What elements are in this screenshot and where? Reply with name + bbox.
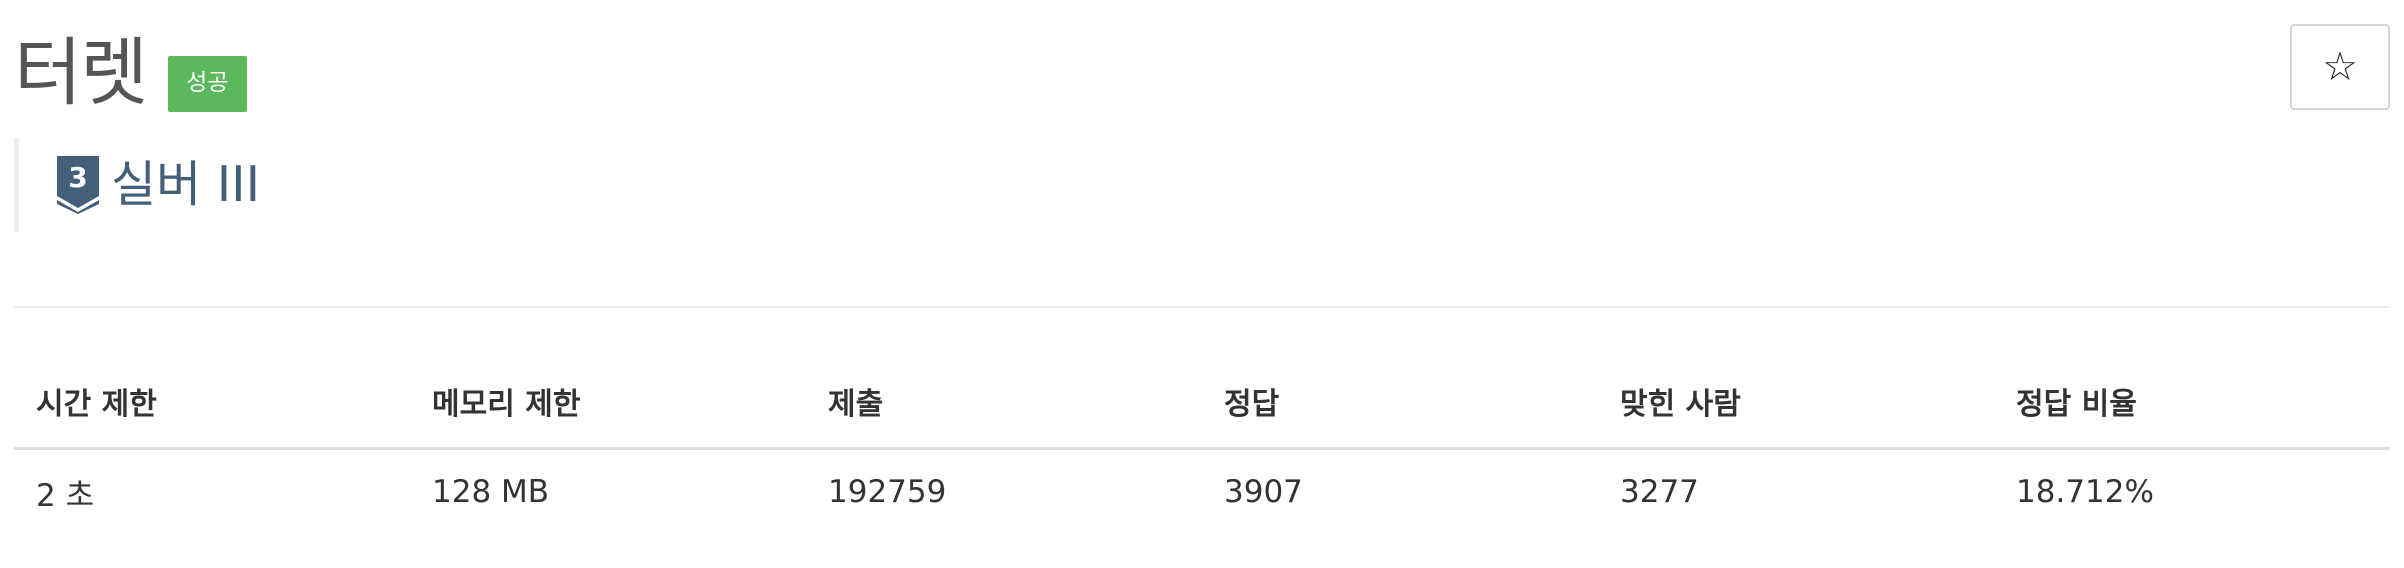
tier-block: 3 실버 III — [14, 138, 914, 232]
value-accept-rate: 18.712% — [2016, 474, 2154, 510]
header-time-limit: 시간 제한 — [14, 360, 410, 450]
divider — [14, 306, 2390, 308]
header-memory-limit: 메모리 제한 — [410, 360, 806, 450]
header-solvers: 맞힌 사람 — [1598, 360, 1994, 450]
silver-tier-icon: 3 — [57, 156, 99, 214]
problem-page: 터렛 성공 ☆ 3 실버 III 시간 제한 메모리 제한 제출 정답 맞힌 사… — [0, 0, 2404, 568]
value-submissions: 192759 — [828, 474, 947, 510]
value-accepted: 3907 — [1224, 474, 1303, 510]
value-time-limit: 2 초 — [36, 477, 95, 514]
tier-label: 실버 III — [111, 156, 261, 213]
header-accept-rate: 정답 비율 — [1994, 360, 2390, 450]
header-submissions: 제출 — [806, 360, 1202, 450]
value-memory-limit: 128 MB — [432, 474, 550, 510]
header-accepted: 정답 — [1202, 360, 1598, 450]
status-badge: 성공 — [168, 56, 247, 112]
stats-value-row: 2 초 128 MB 192759 3907 3277 18.712% — [14, 448, 2390, 535]
problem-title: 터렛 — [14, 30, 148, 116]
star-outline-icon: ☆ — [2322, 45, 2358, 89]
favorite-star-button[interactable]: ☆ — [2290, 24, 2390, 110]
tier-level-number: 3 — [68, 161, 87, 194]
stats-header-row: 시간 제한 메모리 제한 제출 정답 맞힌 사람 정답 비율 — [14, 360, 2390, 450]
value-solvers: 3277 — [1620, 474, 1699, 510]
problem-title-row: 터렛 성공 — [14, 24, 247, 114]
problem-stats-table: 시간 제한 메모리 제한 제출 정답 맞힌 사람 정답 비율 2 초 128 M… — [14, 360, 2390, 535]
